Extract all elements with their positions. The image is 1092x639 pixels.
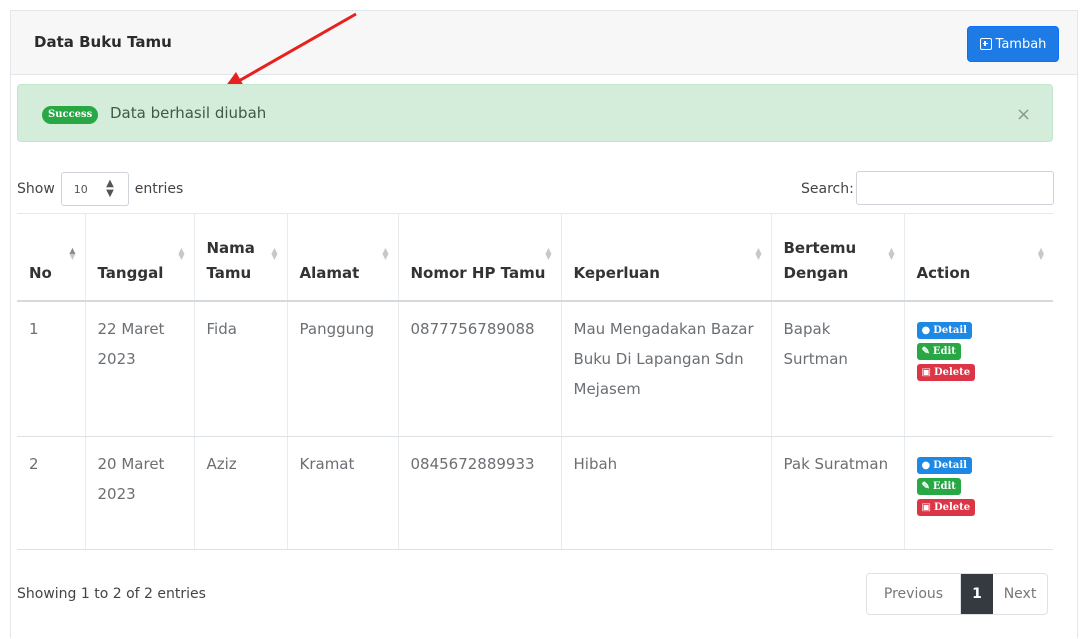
card-header: Data Buku Tamu Tambah	[11, 11, 1077, 75]
column-header-no[interactable]: No ▲ ▼	[17, 213, 86, 302]
guest-table: No ▲ ▼ Tanggal ▲ ▼ Nama Tamu ▲ ▼ Alamat ▲ ▼ Nomo…	[17, 213, 1053, 550]
trash-icon: ▣	[921, 502, 931, 513]
cell-bertemu: Bapak Surtman	[771, 300, 905, 437]
column-header-nomor-hp[interactable]: Nomor HP Tamu ▲ ▼	[398, 213, 562, 302]
cell-no: 1	[17, 300, 86, 437]
cell-keperluan: Hibah	[561, 436, 772, 550]
edit-icon: ✎	[921, 481, 930, 492]
sort-icon: ▲ ▼	[1037, 246, 1044, 261]
alert-message: Data berhasil diubah	[110, 104, 267, 122]
cell-alamat: Kramat	[287, 436, 399, 550]
plus-square-icon	[979, 38, 992, 50]
sort-icon: ▲ ▼	[755, 246, 762, 261]
cell-tanggal: 22 Maret 2023	[85, 300, 195, 437]
table-info: Showing 1 to 2 of 2 entries	[17, 586, 206, 602]
detail-button[interactable]: ● Detail	[916, 321, 972, 339]
page-1-button[interactable]: 1	[961, 574, 993, 614]
edit-icon: ✎	[921, 345, 930, 357]
sort-icon: ▲ ▼	[382, 246, 389, 261]
success-badge: Success	[42, 106, 99, 124]
cell-bertemu: Pak Suratman	[771, 436, 905, 550]
table-row: 2 20 Maret 2023 Aziz Kramat 084567288993…	[17, 436, 1053, 550]
previous-page-button[interactable]: Previous	[867, 574, 961, 614]
eye-icon: ●	[921, 324, 931, 336]
delete-button[interactable]: ▣ Delete	[916, 499, 976, 516]
search-label: Search:	[801, 181, 854, 197]
page-title: Data Buku Tamu	[34, 33, 172, 51]
add-button[interactable]: Tambah	[967, 26, 1059, 62]
entries-label: entries	[134, 181, 184, 197]
success-alert: Success Data berhasil diubah ×	[17, 84, 1053, 142]
column-header-action[interactable]: Action ▲ ▼	[904, 213, 1053, 302]
cell-action: ● Detail ✎ Edit ▣ Delete	[904, 300, 1053, 437]
cell-hp: 0877756789088	[398, 300, 562, 437]
trash-icon: ▣	[921, 366, 931, 378]
delete-button[interactable]: ▣ Delete	[916, 363, 976, 381]
entries-select-value: 10	[73, 182, 88, 196]
cell-nama: Aziz	[194, 436, 288, 550]
column-header-bertemu-dengan[interactable]: Bertemu Dengan ▲ ▼	[771, 213, 905, 302]
column-header-tanggal[interactable]: Tanggal ▲ ▼	[85, 213, 195, 302]
cell-hp: 0845672889933	[398, 436, 562, 550]
sort-icon: ▲ ▼	[271, 246, 278, 261]
show-label: Show	[17, 181, 55, 197]
sort-icon: ▲ ▼	[178, 246, 185, 261]
close-icon[interactable]: ×	[1016, 106, 1031, 124]
column-header-keperluan[interactable]: Keperluan ▲ ▼	[561, 213, 772, 302]
cell-action: ● Detail ✎ Edit ▣ Delete	[904, 436, 1053, 550]
eye-icon: ●	[921, 460, 931, 471]
select-arrows-icon: ▲ ▼	[106, 178, 114, 199]
entries-select[interactable]: 10 ▲ ▼	[60, 172, 129, 206]
cell-keperluan: Mau Mengadakan Bazar Buku Di Lapangan Sd…	[561, 300, 772, 437]
pagination: Previous 1 Next	[866, 573, 1048, 615]
sort-icon: ▲ ▼	[69, 246, 76, 261]
column-header-alamat[interactable]: Alamat ▲ ▼	[287, 213, 399, 302]
add-button-label: Tambah	[995, 36, 1047, 52]
entries-length-control: Show 10 ▲ ▼ entries	[17, 172, 183, 206]
cell-nama: Fida	[194, 300, 288, 437]
cell-alamat: Panggung	[287, 300, 399, 437]
next-page-button[interactable]: Next	[993, 574, 1047, 614]
edit-button[interactable]: ✎ Edit	[916, 478, 961, 495]
detail-button[interactable]: ● Detail	[916, 457, 972, 474]
table-header-row: No ▲ ▼ Tanggal ▲ ▼ Nama Tamu ▲ ▼ Alamat ▲ ▼ Nomo…	[17, 213, 1053, 302]
search-input[interactable]	[856, 171, 1054, 205]
cell-tanggal: 20 Maret 2023	[85, 436, 195, 550]
sort-icon: ▲ ▼	[545, 246, 552, 261]
edit-button[interactable]: ✎ Edit	[916, 342, 961, 360]
table-row: 1 22 Maret 2023 Fida Panggung 0877756789…	[17, 300, 1053, 437]
sort-icon: ▲ ▼	[888, 246, 895, 261]
cell-no: 2	[17, 436, 86, 550]
column-header-nama-tamu[interactable]: Nama Tamu ▲ ▼	[194, 213, 288, 302]
